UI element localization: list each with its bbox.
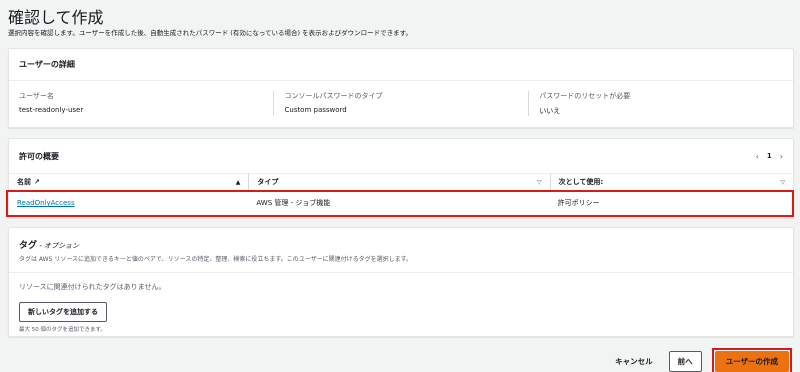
- previous-button[interactable]: 前へ: [668, 351, 702, 372]
- detail-password-type: コンソールパスワードのタイプ Custom password: [273, 91, 528, 116]
- tags-description: タグは AWS リソースに追加できるキーと値のペアで、リソースの特定、整理、検索…: [19, 256, 413, 263]
- add-tag-button[interactable]: 新しいタグを追加する: [19, 302, 107, 322]
- user-details-title: ユーザーの詳細: [9, 49, 793, 81]
- column-used-as-header[interactable]: 次として使用: ▽: [549, 174, 793, 190]
- footer-actions: キャンセル 前へ ユーザーの作成: [609, 348, 792, 372]
- sort-ascending-icon[interactable]: ▲: [236, 179, 241, 186]
- policy-type: AWS 管理 - ジョブ機能: [256, 199, 331, 207]
- policy-link[interactable]: ReadOnlyAccess: [17, 199, 75, 207]
- detail-label: パスワードのリセットが必要: [539, 92, 631, 100]
- tags-optional-label: - オプション: [37, 242, 79, 250]
- detail-password-reset: パスワードのリセットが必要 いいえ: [528, 91, 783, 116]
- tags-panel: タグ - オプション タグは AWS リソースに追加できるキーと値のペアで、リソ…: [8, 227, 794, 337]
- highlight-box: ユーザーの作成: [711, 348, 792, 372]
- permissions-title: 許可の概要: [19, 151, 59, 161]
- cancel-button[interactable]: キャンセル: [609, 352, 659, 371]
- external-link-icon: ↗: [34, 178, 40, 186]
- table-header: 名前 ↗ ▲ タイプ ▽ 次として使用: ▽: [9, 173, 793, 191]
- column-name-header[interactable]: 名前 ↗ ▲: [9, 174, 248, 190]
- page-description: 選択内容を確認します。ユーザーを作成した後、自動生成されたパスワード (有効にな…: [8, 29, 412, 37]
- tags-title-text: タグ: [19, 241, 38, 251]
- chevron-right-icon[interactable]: ›: [780, 152, 783, 161]
- chevron-left-icon[interactable]: ‹: [756, 152, 759, 161]
- tags-empty-message: リソースに関連付けられたタグはありません。: [19, 283, 166, 291]
- policy-used-as: 許可ポリシー: [557, 199, 600, 207]
- sort-caret-icon[interactable]: ▽: [537, 179, 542, 186]
- page-title: 確認して作成: [8, 8, 104, 27]
- detail-value: いいえ: [539, 107, 561, 115]
- column-label: 次として使用:: [558, 178, 604, 186]
- tags-limit-hint: 最大 50 個のタグを追加できます。: [19, 327, 106, 333]
- detail-value: test-readonly-user: [19, 106, 84, 114]
- detail-label: コンソールパスワードのタイプ: [284, 92, 383, 100]
- user-details-panel: ユーザーの詳細 ユーザー名 test-readonly-user コンソールパス…: [8, 48, 794, 128]
- detail-label: ユーザー名: [19, 92, 54, 100]
- detail-username: ユーザー名 test-readonly-user: [19, 91, 273, 116]
- detail-value: Custom password: [284, 106, 347, 114]
- permissions-panel: 許可の概要 ‹ 1 › 名前 ↗ ▲ タイプ ▽ 次として使用: ▽ ReadOn…: [8, 138, 794, 218]
- pagination: ‹ 1 ›: [756, 152, 783, 161]
- page-number[interactable]: 1: [767, 152, 772, 160]
- column-label: タイプ: [257, 178, 279, 186]
- column-type-header[interactable]: タイプ ▽: [248, 174, 549, 190]
- create-user-button[interactable]: ユーザーの作成: [714, 351, 789, 372]
- tags-title: タグ - オプション: [9, 228, 793, 251]
- sort-caret-icon[interactable]: ▽: [780, 179, 785, 186]
- column-label: 名前: [17, 178, 31, 186]
- table-row: ReadOnlyAccess AWS 管理 - ジョブ機能 許可ポリシー: [9, 191, 793, 215]
